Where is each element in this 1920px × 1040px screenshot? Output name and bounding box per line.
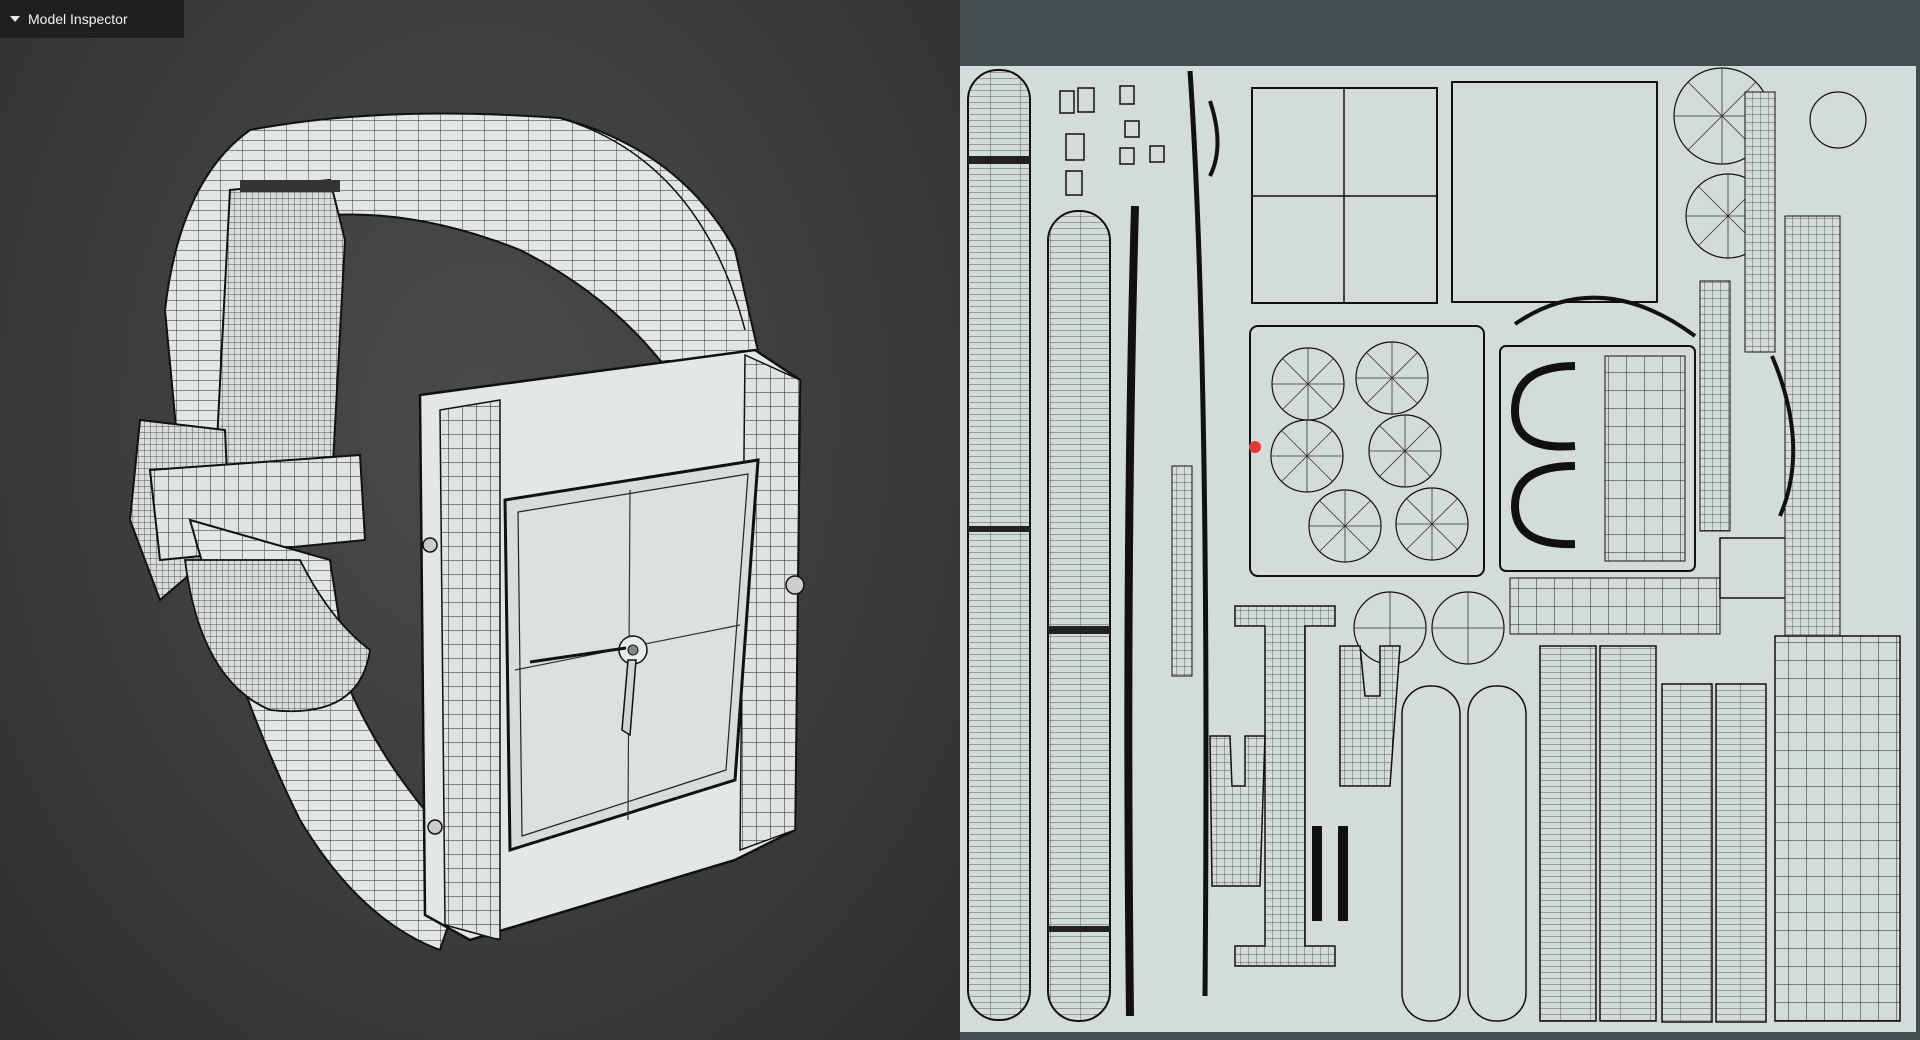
uv-strap-island-2 <box>1047 210 1111 1022</box>
uv-layout <box>967 67 1901 1023</box>
3d-viewport[interactable]: Model Inspector <box>0 0 960 1040</box>
uv-editor-panel[interactable] <box>960 0 1920 1040</box>
uv-strap-island-1 <box>967 69 1031 1021</box>
uv-texture-sheet[interactable] <box>960 66 1916 1032</box>
uv-cursor-marker <box>1249 441 1261 453</box>
watch-wireframe-model[interactable] <box>0 0 960 1040</box>
